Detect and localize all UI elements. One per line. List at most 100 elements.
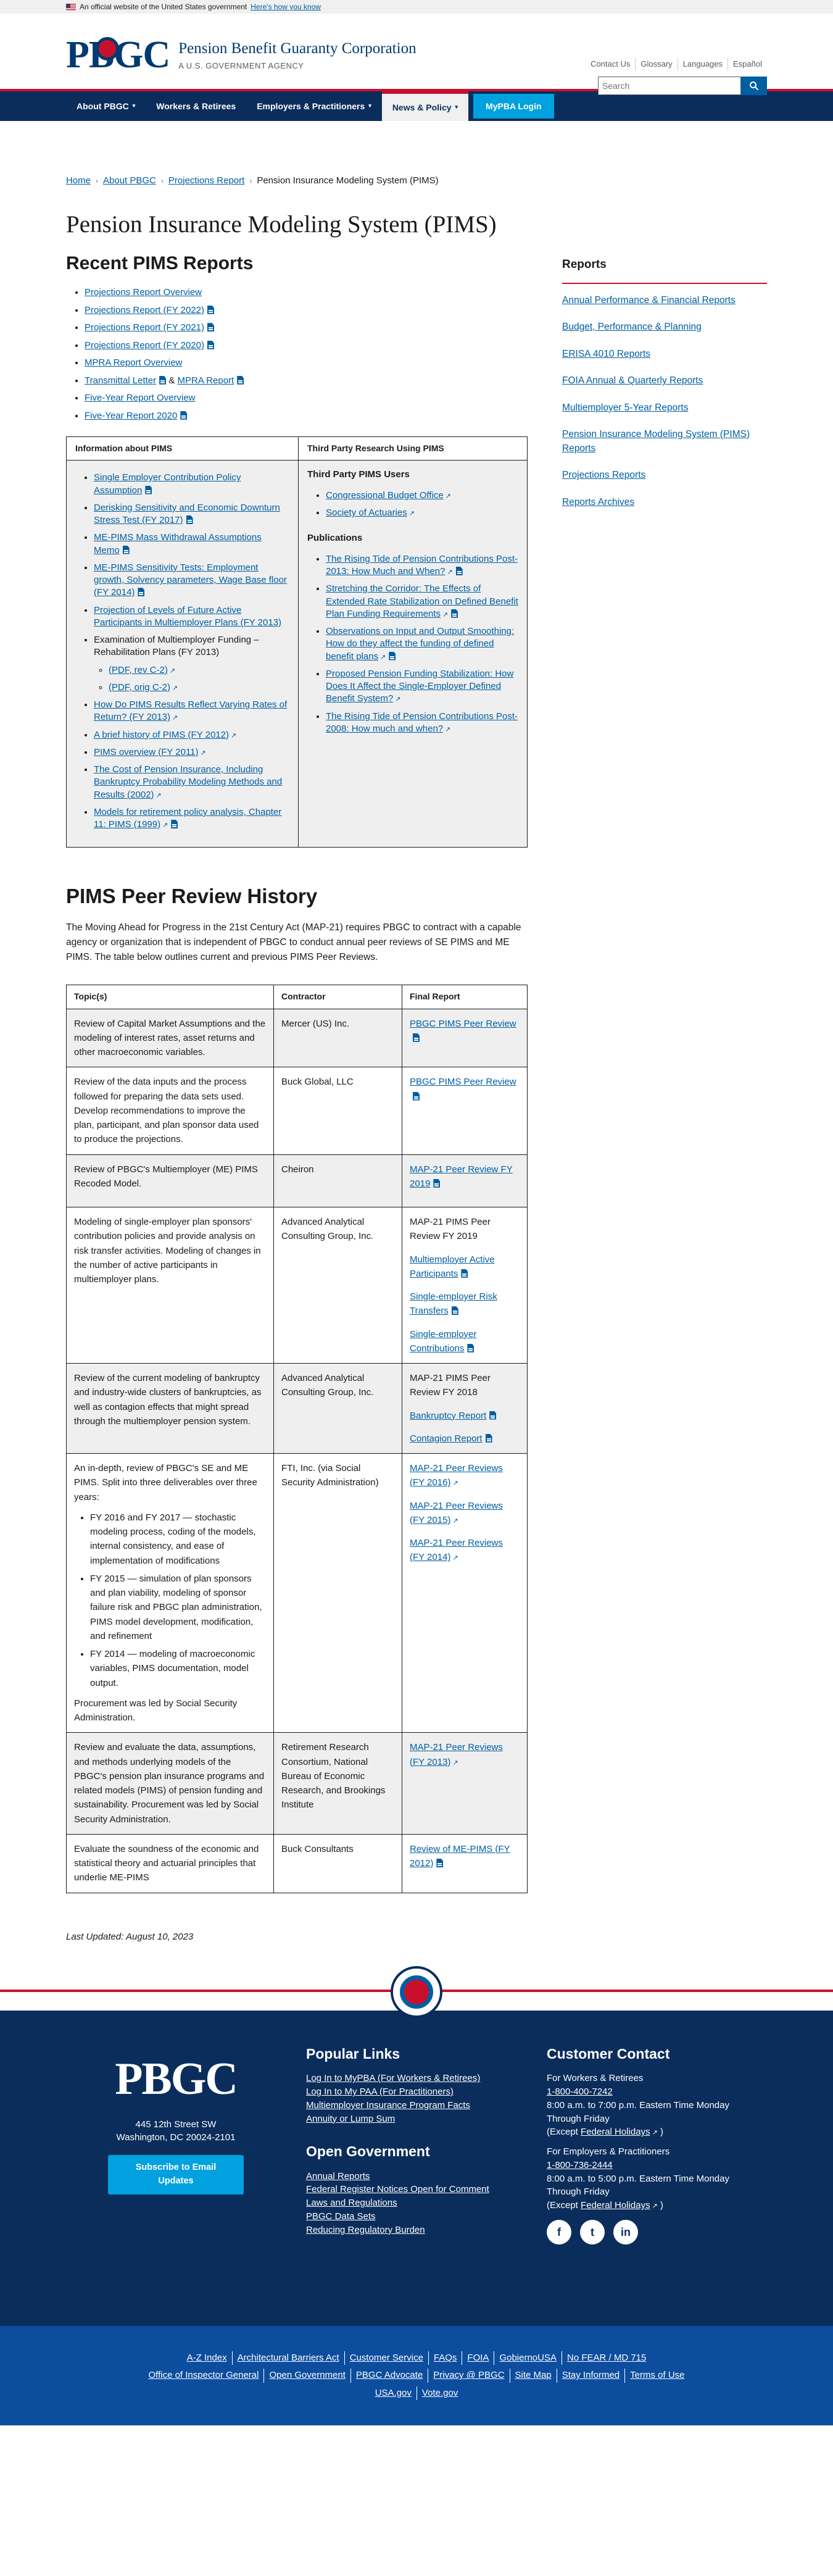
breadcrumb-about[interactable]: About PBGC [103,174,156,188]
report-link[interactable]: PBGC PIMS Peer Review [410,1019,516,1029]
info-link[interactable]: The Cost of Pension Insurance, Including… [94,764,282,800]
footer-bottom-link[interactable]: Stay Informed [556,2369,624,2383]
footer-bottom-link[interactable]: Open Government [263,2369,350,2383]
footer-bottom-link[interactable]: FAQs [428,2351,462,2366]
report-link[interactable]: Review of ME-PIMS (FY 2012) [410,1844,510,1869]
contractor-cell: Buck Global, LLC [273,1067,402,1155]
footer-bottom-link[interactable]: PBGC Advocate [350,2369,428,2383]
report-link[interactable]: Five-Year Report Overview [85,393,196,403]
sidebar-item-budget[interactable]: Budget, Performance & Planning [562,320,767,334]
report-link[interactable]: Multiemployer Active Participants [410,1254,495,1279]
sidebar-item-projections[interactable]: Projections Reports [562,469,767,482]
info-link[interactable]: (PDF, orig C-2) [109,682,170,693]
footer-bottom-link[interactable]: Site Map [509,2369,557,2383]
info-link[interactable]: (PDF, rev C-2) [109,665,168,675]
footer-link[interactable]: Federal Register Notices Open for Commen… [306,2183,510,2196]
nav-mypba-login[interactable]: MyPBA Login [473,94,554,119]
footer-link[interactable]: Log In to My PAA (For Practitioners) [306,2085,510,2099]
heres-how-link[interactable]: Here's how you know [251,1,321,12]
report-link[interactable]: Projections Report (FY 2020) [85,340,204,351]
info-link[interactable]: How Do PIMS Results Reflect Varying Rate… [94,699,287,722]
footer-bottom-link[interactable]: Architectural Barriers Act [231,2351,344,2366]
contractor-cell: Buck Consultants [273,1833,402,1893]
footer-bottom-link[interactable]: Terms of Use [624,2369,689,2383]
footer-link[interactable]: Multiemployer Insurance Program Facts [306,2099,510,2112]
info-link[interactable]: PIMS overview (FY 2011) [94,747,199,757]
pdf-icon [413,1091,420,1101]
external-link-icon: ↗ [452,1517,458,1525]
footer-link[interactable]: Reducing Regulatory Burden [306,2224,510,2237]
report-link[interactable]: MAP-21 Peer Review FY 2019 [410,1164,513,1189]
util-link[interactable]: Languages [677,58,727,70]
footer-bottom-link[interactable]: Office of Inspector General [144,2369,264,2383]
sidebar-item-multiemployer[interactable]: Multiemployer 5-Year Reports [562,401,767,415]
phone-link[interactable]: 1-800-400-7242 [547,2085,732,2099]
info-link[interactable]: Models for retirement policy analysis, C… [94,807,281,830]
report-link[interactable]: Single-employer Contributions [410,1329,476,1354]
holidays-link[interactable]: Federal Holidays [581,2200,650,2211]
search-button[interactable] [741,77,767,95]
breadcrumb-projections[interactable]: Projections Report [168,174,244,188]
footer-logo[interactable]: PBGC [108,2056,244,2102]
info-link[interactable]: Single Employer Contribution Policy Assu… [94,472,241,495]
publication-link[interactable]: The Rising Tide of Pension Contributions… [326,554,518,577]
twitter-icon[interactable]: t [580,2219,605,2245]
publication-link[interactable]: Observations on Input and Output Smoothi… [326,626,514,662]
report-link[interactable]: Five-Year Report 2020 [85,411,177,421]
subscribe-button[interactable]: Subscribe to Email Updates [108,2155,244,2195]
report-link[interactable]: Transmittal Letter [85,375,156,386]
report-link[interactable]: Projections Report (FY 2021) [85,322,204,333]
nav-workers[interactable]: Workers & Retirees [146,91,246,121]
footer-bottom-link[interactable]: Privacy @ PBGC [428,2369,509,2383]
footer-bottom-link[interactable]: Vote.gov [416,2386,463,2401]
report-link[interactable]: Projections Report (FY 2022) [85,305,204,315]
footer-link[interactable]: Annuity or Lump Sum [306,2112,510,2126]
footer-bottom-link[interactable]: Customer Service [344,2351,428,2366]
footer-bottom-link[interactable]: No FEAR / MD 715 [562,2351,651,2366]
nav-news-policy[interactable]: News & Policy ▾ [381,91,469,121]
breadcrumb-home[interactable]: Home [66,174,91,188]
report-link[interactable]: Contagion Report [410,1433,483,1444]
footer-bottom-link[interactable]: USA.gov [370,2386,416,2401]
footer-link[interactable]: Log In to MyPBA (For Workers & Retirees) [306,2072,510,2085]
info-link[interactable]: Projection of Levels of Future Active Pa… [94,605,281,628]
footer-link[interactable]: Annual Reports [306,2170,510,2183]
search-input[interactable] [598,77,741,95]
sidebar-item-archives[interactable]: Reports Archives [562,496,767,509]
footer-bottom-link[interactable]: GobiernoUSA [494,2351,562,2366]
publication-link[interactable]: Stretching the Corridor: The Effects of … [326,583,518,619]
holidays-link[interactable]: Federal Holidays [581,2127,650,2137]
list-item: Single Employer Contribution Policy Assu… [94,472,289,497]
facebook-icon[interactable]: f [547,2219,571,2245]
util-link[interactable]: Español [727,58,767,70]
nav-employers[interactable]: Employers & Practitioners ▾ [246,91,382,121]
report-link[interactable]: Bankruptcy Report [410,1411,486,1421]
pbgc-logo[interactable]: PBGC Pension Benefit Guaranty Corporatio… [66,36,416,74]
footer-link[interactable]: Laws and Regulations [306,2196,510,2210]
util-link[interactable]: Glossary [635,58,677,70]
info-link[interactable]: A brief history of PIMS (FY 2012) [94,730,229,740]
info-link[interactable]: ME-PIMS Sensitivity Tests: Employment gr… [94,562,287,598]
user-link[interactable]: Society of Actuaries [326,507,407,518]
sidebar-item-foia[interactable]: FOIA Annual & Quarterly Reports [562,374,767,388]
util-link[interactable]: Contact Us [586,58,635,70]
phone-link[interactable]: 1-800-736-2444 [547,2159,732,2172]
footer-link[interactable]: PBGC Data Sets [306,2210,510,2224]
report-link[interactable]: PBGC PIMS Peer Review [410,1077,516,1087]
footer-bottom-link[interactable]: A-Z Index [182,2351,232,2366]
report-link[interactable]: MPRA Report Overview [85,357,182,368]
list-item: The Rising Tide of Pension Contributions… [326,711,518,736]
report-link[interactable]: Projections Report Overview [85,287,202,298]
sidebar-item-pims[interactable]: Pension Insurance Modeling System (PIMS)… [562,428,767,456]
user-link[interactable]: Congressional Budget Office [326,490,444,501]
contact-label: For Employers & Practitioners [547,2146,670,2157]
info-link[interactable]: ME-PIMS Mass Withdrawal Assumptions Memo [94,532,262,555]
footer-bottom-link[interactable]: FOIA [462,2351,494,2366]
report-link[interactable]: MPRA Report [178,375,234,386]
publication-link[interactable]: Proposed Pension Funding Stabilization: … [326,669,513,704]
sidebar-item-annual[interactable]: Annual Performance & Financial Reports [562,294,767,307]
publication-link[interactable]: The Rising Tide of Pension Contributions… [326,711,518,734]
sidebar-item-erisa[interactable]: ERISA 4010 Reports [562,348,767,361]
nav-about[interactable]: About PBGC ▾ [66,91,146,121]
linkedin-icon[interactable]: in [613,2219,638,2245]
